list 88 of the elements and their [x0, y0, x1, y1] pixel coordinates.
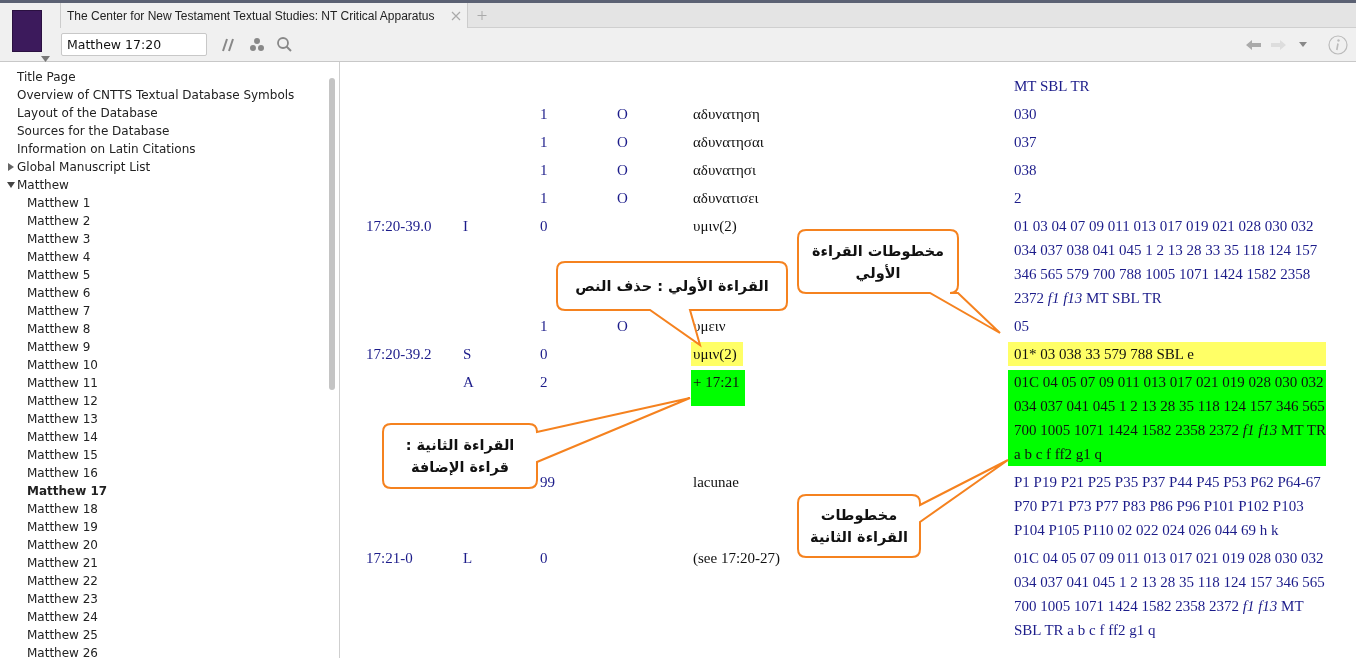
- sidebar-item[interactable]: Matthew 11: [0, 374, 339, 392]
- count-cell: 1: [540, 106, 548, 122]
- code-cell: O: [617, 162, 628, 178]
- sidebar-item[interactable]: Matthew 23: [0, 590, 339, 608]
- count-cell: 1: [540, 190, 548, 206]
- reading-cell: lacunae: [693, 474, 739, 490]
- reading-cell: αδυνατησαι: [693, 134, 764, 150]
- sidebar-item[interactable]: Matthew 13: [0, 410, 339, 428]
- caret-down-icon[interactable]: [6, 182, 15, 188]
- reference-cell: 17:20-39.0: [366, 218, 432, 234]
- sidebar-item[interactable]: Layout of the Database: [0, 104, 339, 122]
- code-cell: O: [617, 190, 628, 206]
- sidebar-item[interactable]: Matthew: [0, 176, 339, 194]
- sidebar-item[interactable]: Matthew 24: [0, 608, 339, 626]
- callout-text: مخطوطات القراءة الثانية: [809, 506, 909, 548]
- sidebar-item[interactable]: Matthew 2: [0, 212, 339, 230]
- sidebar-item[interactable]: Matthew 14: [0, 428, 339, 446]
- sidebar-item[interactable]: Matthew 10: [0, 356, 339, 374]
- reference-field[interactable]: Matthew 17:20: [61, 33, 207, 56]
- caret-icon[interactable]: [41, 56, 50, 62]
- count-cell: 1: [540, 318, 548, 334]
- witness-cell: 01C 04 05 07 09 011 013 017 021 019 028 030 032 034 037 041 045 1 2 13 28 35 118 124 157 346 565 700 1005 1071 1424 1582 2358 2372 f1 f13 MT TR a b c f ff2 g1 q: [1008, 370, 1326, 466]
- sidebar-item[interactable]: Matthew 5: [0, 266, 339, 284]
- sidebar-item[interactable]: Matthew 9: [0, 338, 339, 356]
- callout-text: القراءة الأولي : حذف النص: [574, 276, 770, 297]
- close-icon[interactable]: [451, 10, 461, 21]
- code-cell: O: [617, 134, 628, 150]
- info-icon[interactable]: [1328, 34, 1348, 55]
- sidebar-item[interactable]: Matthew 25: [0, 626, 339, 644]
- book-cover-thumbnail[interactable]: [12, 10, 42, 52]
- witness-cell: 030: [1014, 106, 1037, 122]
- count-cell: 2: [540, 374, 548, 390]
- sidebar-item[interactable]: Matthew 21: [0, 554, 339, 572]
- sidebar-item[interactable]: Matthew 16: [0, 464, 339, 482]
- sidebar-item[interactable]: Matthew 18: [0, 500, 339, 518]
- reading-cell: (see 17:20-27): [693, 550, 781, 566]
- type-cell: S: [463, 346, 472, 362]
- count-cell: 1: [540, 162, 548, 178]
- witness-cell: 037: [1014, 134, 1037, 150]
- sidebar-item[interactable]: Matthew 20: [0, 536, 339, 554]
- witness-cell: P1 P19 P21 P25 P35 P37 P44 P45 P53 P62 P64-67 P70 P71 P73 P77 P83 P86 P96 P101 P102 P103 P104 P105 P110 02 022 024 026 044 69 h k: [1014, 474, 1321, 538]
- sidebar-item[interactable]: Information on Latin Citations: [0, 140, 339, 158]
- witness-cell: 2: [1014, 190, 1022, 206]
- reading-cell: + 17:21: [691, 370, 746, 406]
- witness-cell: 05: [1014, 318, 1029, 334]
- sidebar-item[interactable]: Global Manuscript List: [0, 158, 339, 176]
- type-cell: L: [463, 550, 473, 566]
- count-cell: 0: [540, 346, 548, 362]
- count-cell: 1: [540, 134, 548, 150]
- reference-cell: 17:20-39.2: [366, 346, 432, 362]
- type-cell: I: [463, 218, 468, 234]
- witness-cell: 038: [1014, 162, 1037, 178]
- scrollbar-thumb[interactable]: [329, 78, 335, 390]
- sidebar-item[interactable]: Matthew 17: [0, 482, 339, 500]
- sidebar-item[interactable]: Matthew 3: [0, 230, 339, 248]
- reference-cell: 17:21-0: [366, 550, 413, 566]
- back-arrow-icon[interactable]: [1244, 37, 1264, 52]
- sidebar-item[interactable]: Matthew 22: [0, 572, 339, 590]
- sidebar-item[interactable]: Matthew 15: [0, 446, 339, 464]
- sidebar-item[interactable]: Matthew 4: [0, 248, 339, 266]
- sidebar-item[interactable]: Matthew 12: [0, 392, 339, 410]
- code-cell: O: [617, 106, 628, 122]
- witness-cell: 01C 04 05 07 09 011 013 017 021 019 028 030 032 034 037 041 045 1 2 13 28 35 118 124 157 346 565 700 1005 1071 1424 1582 2358 2372 f1 f13 MT SBL TR a b c f ff2 g1 q: [1014, 550, 1325, 638]
- callout-text: القراءة الثانية : قراءة الإضافة: [404, 436, 516, 478]
- witness-cell: MT SBL TR: [1014, 78, 1090, 94]
- count-cell: 0: [540, 550, 548, 566]
- count-cell: 0: [540, 218, 548, 234]
- sidebar-item[interactable]: Matthew 6: [0, 284, 339, 302]
- reading-cell: αδυνατισει: [693, 190, 759, 206]
- sidebar-item[interactable]: Matthew 1: [0, 194, 339, 212]
- sidebar-item[interactable]: Title Page: [0, 68, 339, 86]
- sidebar-item[interactable]: Matthew 26: [0, 644, 339, 658]
- type-cell: A: [463, 374, 474, 390]
- caret-right-icon[interactable]: [7, 163, 14, 171]
- witness-cell: 01* 03 038 33 579 788 SBL e: [1008, 342, 1326, 366]
- sidebar-item[interactable]: Matthew 7: [0, 302, 339, 320]
- reading-cell: αδυνατησι: [693, 162, 756, 178]
- reading-cell: υμιν(2): [691, 342, 743, 366]
- sidebar-item[interactable]: Overview of CNTTS Textual Database Symbols: [0, 86, 339, 104]
- sidebar-item[interactable]: Matthew 19: [0, 518, 339, 536]
- count-cell: 99: [540, 474, 555, 490]
- sidebar-item[interactable]: Sources for the Database: [0, 122, 339, 140]
- callout-text: مخطوطات القراءة الأولي: [810, 241, 946, 284]
- reading-cell: αδυνατηση: [693, 106, 760, 122]
- witness-cell: 01 03 04 07 09 011 013 017 019 021 028 030 032 034 037 038 041 045 1 2 13 28 33 35 118 124 157 346 565 579 700 788 1005 1071 1424 1582 2358 2372 f1 f13 MT SBL TR: [1014, 218, 1318, 306]
- sidebar-item[interactable]: Matthew 8: [0, 320, 339, 338]
- reading-cell: υμιν(2): [693, 218, 737, 234]
- code-cell: O: [617, 318, 628, 334]
